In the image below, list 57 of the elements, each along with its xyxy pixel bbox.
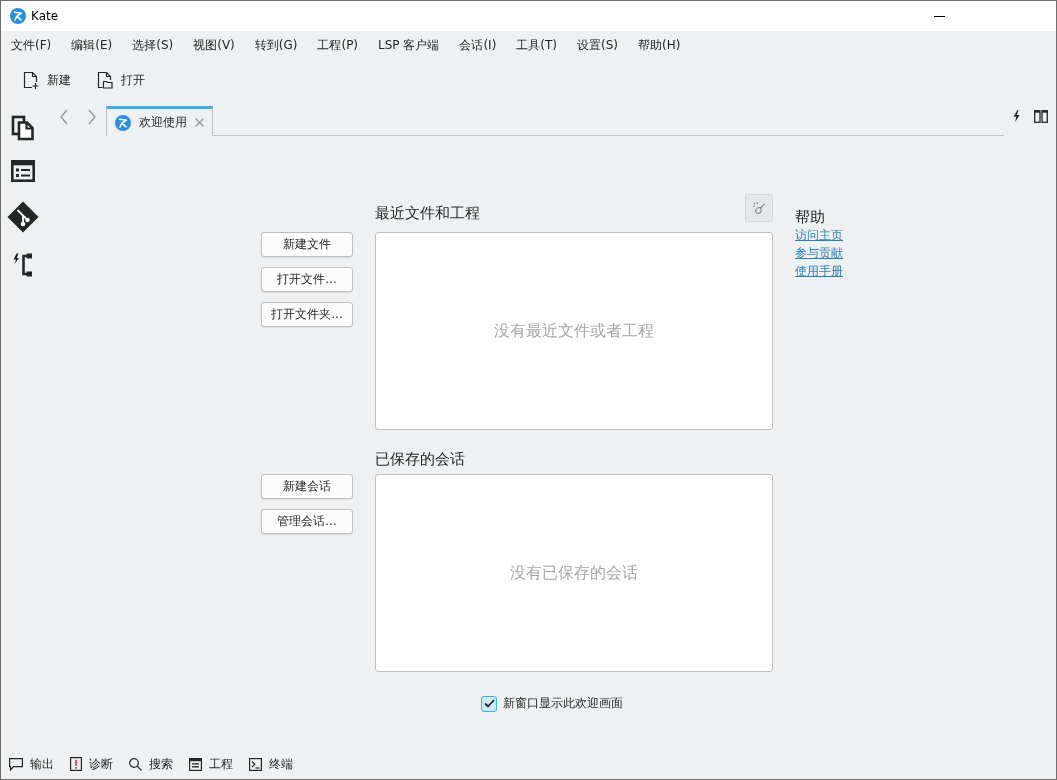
bolt-icon[interactable] [1013, 110, 1020, 122]
logo-icon [115, 114, 131, 131]
warning-box-icon [70, 757, 82, 771]
bolt-bracket-icon[interactable] [12, 252, 34, 278]
checkbox-label[interactable]: 新窗口显示此欢迎画面 [503, 695, 623, 712]
section-title: 已保存的会话 [375, 450, 466, 468]
panel-button[interactable]: 诊断 [68, 754, 115, 774]
checkmark-icon [483, 699, 495, 708]
menu-item[interactable]: 会话(I) [452, 33, 504, 58]
empty-message: 没有最近文件或者工程 [494, 320, 654, 342]
list-icon[interactable] [11, 160, 35, 182]
menu-item[interactable]: 选择(S) [125, 33, 181, 58]
window-title: Kate [31, 9, 59, 23]
menu-item[interactable]: 工程(P) [310, 33, 366, 58]
tab-label: 欢迎使用 [139, 114, 187, 131]
editor-tab[interactable]: 欢迎使用 [106, 106, 213, 136]
speech-bubble-icon [9, 757, 23, 771]
panel-button[interactable]: 终端 [247, 754, 295, 774]
action-button[interactable]: 管理会话... [261, 509, 353, 534]
file-folder-icon [97, 71, 113, 89]
chevron-left-icon[interactable] [59, 109, 69, 125]
toolbar-button[interactable]: 打开 [95, 69, 147, 91]
split-view-icon[interactable] [1034, 109, 1048, 123]
menu-item[interactable]: 文件(F) [4, 33, 59, 58]
menu-item[interactable]: 设置(S) [570, 33, 625, 58]
panel-button[interactable]: 搜索 [127, 754, 175, 774]
help-link[interactable]: 访问主页 [795, 226, 843, 244]
terminal-icon [249, 757, 262, 771]
menu-item[interactable]: 视图(V) [186, 33, 242, 58]
broom-icon [752, 201, 766, 215]
logo-icon [10, 8, 26, 24]
search-icon [129, 757, 142, 771]
action-button[interactable]: 打开文件夹... [261, 302, 353, 327]
chevron-right-icon[interactable] [87, 109, 97, 125]
action-button[interactable]: 新建文件 [261, 232, 353, 257]
action-button[interactable]: 新建会话 [261, 474, 353, 499]
help-link[interactable]: 使用手册 [795, 262, 843, 280]
help-title: 帮助 [795, 208, 826, 226]
panel-button[interactable]: 工程 [187, 754, 235, 774]
action-button[interactable]: 打开文件... [261, 267, 353, 292]
list-window-icon [189, 757, 202, 771]
toolbar-button[interactable]: 新建 [21, 69, 73, 91]
documents-icon[interactable] [11, 115, 35, 141]
branch-diamond-icon[interactable] [7, 201, 39, 233]
empty-message: 没有已保存的会话 [510, 562, 638, 584]
menu-item[interactable]: 工具(T) [509, 33, 565, 58]
section-title: 最近文件和工程 [375, 204, 480, 222]
minimize-icon[interactable] [933, 15, 945, 17]
menu-item[interactable]: 帮助(H) [631, 33, 688, 58]
menu-item[interactable]: 转到(G) [247, 33, 305, 58]
menu-item[interactable]: 编辑(E) [64, 33, 120, 58]
panel-button[interactable]: 输出 [7, 754, 56, 774]
menu-item[interactable]: LSP 客户端 [371, 33, 447, 58]
checkbox[interactable] [481, 695, 497, 712]
help-link[interactable]: 参与贡献 [795, 244, 843, 262]
close-icon[interactable] [195, 118, 204, 127]
new-file-icon [23, 71, 39, 89]
